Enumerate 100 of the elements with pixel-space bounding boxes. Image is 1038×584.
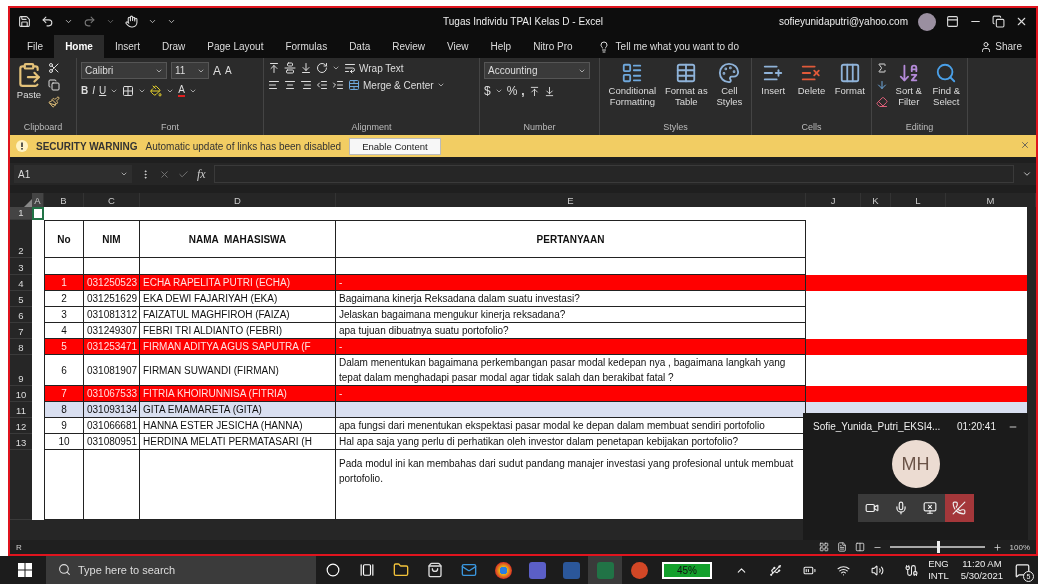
powerpoint-app-icon[interactable] (630, 561, 648, 579)
column-header[interactable]: C (84, 193, 140, 207)
eraser-icon[interactable] (876, 96, 888, 108)
menu-tab[interactable]: Nitro Pro (522, 35, 584, 58)
clock-date[interactable]: 5/30/2021 (960, 570, 1003, 582)
editing-button[interactable]: Sort & Filter (892, 62, 926, 108)
language-indicator[interactable]: ENG (928, 558, 949, 570)
shrink-font-button[interactable]: A (225, 65, 232, 76)
browser-icon[interactable] (494, 561, 512, 579)
share-button[interactable]: Share (974, 35, 1028, 58)
fill-color-icon[interactable] (150, 84, 163, 97)
avatar[interactable] (918, 12, 936, 31)
zoom-in-icon[interactable] (992, 542, 1002, 552)
row-header[interactable]: 9 (10, 355, 32, 386)
ribbon-display-icon[interactable] (946, 15, 959, 28)
usb-icon[interactable] (768, 563, 782, 577)
undo-icon[interactable] (41, 15, 54, 28)
teams-app-icon[interactable] (528, 561, 546, 579)
font-size-dropdown[interactable]: 11 (171, 62, 209, 79)
row-header[interactable]: 5 (10, 291, 32, 307)
bold-button[interactable]: B (81, 85, 89, 96)
increase-indent-icon[interactable] (332, 79, 344, 91)
menu-tab[interactable]: File (16, 35, 55, 58)
battery-app-icon[interactable]: 45% (662, 561, 712, 579)
currency-button[interactable]: $ (484, 84, 491, 98)
menu-tab[interactable]: Review (381, 35, 437, 58)
customize-icon[interactable] (167, 17, 176, 26)
zoom-level[interactable]: 100% (1009, 542, 1030, 552)
menu-tab[interactable]: Help (479, 35, 523, 58)
expand-icon[interactable] (1022, 169, 1032, 179)
menu-tab[interactable]: Data (338, 35, 382, 58)
menu-tab[interactable]: Insert (103, 35, 151, 58)
caret-icon[interactable] (148, 17, 157, 26)
editing-button[interactable]: Find & Select (929, 62, 963, 108)
account-email[interactable]: sofieyunidaputri@yahoo.com (778, 16, 908, 27)
align-right-icon[interactable] (300, 79, 312, 91)
borders-icon[interactable] (122, 84, 135, 97)
touch-mode-icon[interactable] (125, 15, 138, 28)
orientation-icon[interactable] (316, 62, 328, 74)
column-header[interactable]: L (891, 193, 946, 207)
clock-time[interactable]: 11:20 AM (962, 558, 1002, 570)
page-layout-icon[interactable] (836, 542, 847, 552)
underline-button[interactable]: U (99, 85, 107, 96)
row-header[interactable]: 4 (10, 275, 32, 291)
connector-icon[interactable] (904, 563, 918, 577)
search-field[interactable]: Type here to search (46, 556, 316, 584)
menu-tab[interactable]: Draw (150, 35, 197, 58)
copy-icon[interactable] (48, 79, 60, 91)
cells-button[interactable]: Delete (794, 62, 829, 97)
caret-icon[interactable] (494, 87, 503, 95)
italic-button[interactable]: I (92, 85, 95, 96)
enter-icon[interactable] (178, 168, 189, 180)
hang-up-button[interactable] (944, 494, 974, 522)
column-header[interactable]: J (806, 193, 861, 207)
restore-icon[interactable] (992, 15, 1005, 28)
normal-view-icon[interactable] (818, 542, 829, 552)
row-header[interactable]: 10 (10, 386, 32, 402)
row-header[interactable]: 7 (10, 323, 32, 339)
store-icon[interactable] (427, 562, 443, 578)
caret-icon[interactable] (64, 17, 73, 26)
scissors-icon[interactable] (48, 62, 60, 74)
menu-tab[interactable]: Home (54, 35, 104, 58)
paste-button[interactable]: Paste (14, 62, 44, 101)
windows-logo-icon[interactable] (18, 563, 32, 577)
cancel-icon[interactable] (159, 168, 170, 180)
row-header[interactable]: 12 (10, 418, 32, 434)
keyboard-layout[interactable]: INTL (928, 570, 949, 582)
selected-cell[interactable] (32, 207, 44, 220)
row-header[interactable]: 11 (10, 402, 32, 418)
row-header[interactable]: 8 (10, 339, 32, 355)
row-header[interactable]: 13 (10, 434, 32, 450)
column-header[interactable]: E (336, 193, 806, 207)
styles-button[interactable]: Cell Styles (711, 62, 747, 108)
grow-font-button[interactable]: A (213, 63, 221, 78)
column-header[interactable]: D (140, 193, 336, 207)
wrap-text-button[interactable]: Wrap Text (344, 62, 404, 74)
comma-button[interactable]: , (521, 84, 525, 98)
redo-icon[interactable] (83, 15, 96, 28)
sum-icon[interactable] (876, 62, 888, 74)
row-header[interactable]: 3 (10, 258, 32, 275)
align-center-icon[interactable] (284, 79, 296, 91)
cells-button[interactable]: Format (832, 62, 867, 97)
row-header[interactable]: 1 (10, 207, 32, 220)
function-label[interactable]: fx (197, 166, 206, 182)
menu-tab[interactable]: Formulas (274, 35, 339, 58)
percent-button[interactable]: % (506, 84, 518, 98)
tell-me-field[interactable]: Tell me what you want to do (615, 41, 739, 52)
cells-button[interactable]: Insert (756, 62, 791, 97)
folder-icon[interactable] (393, 562, 409, 578)
column-header[interactable]: B (44, 193, 84, 207)
mail-icon[interactable] (461, 562, 477, 578)
enable-content-button[interactable]: Enable Content (349, 137, 441, 155)
task-view-icon[interactable] (360, 563, 374, 577)
styles-button[interactable]: Conditional Formatting (604, 62, 661, 108)
align-left-icon[interactable] (268, 79, 280, 91)
merge-center-button[interactable]: Merge & Center (348, 79, 445, 91)
styles-button[interactable]: Format as Table (664, 62, 708, 108)
zoom-thumb[interactable] (937, 541, 941, 553)
column-header[interactable]: A (32, 193, 44, 207)
decrease-indent-icon[interactable] (316, 79, 328, 91)
